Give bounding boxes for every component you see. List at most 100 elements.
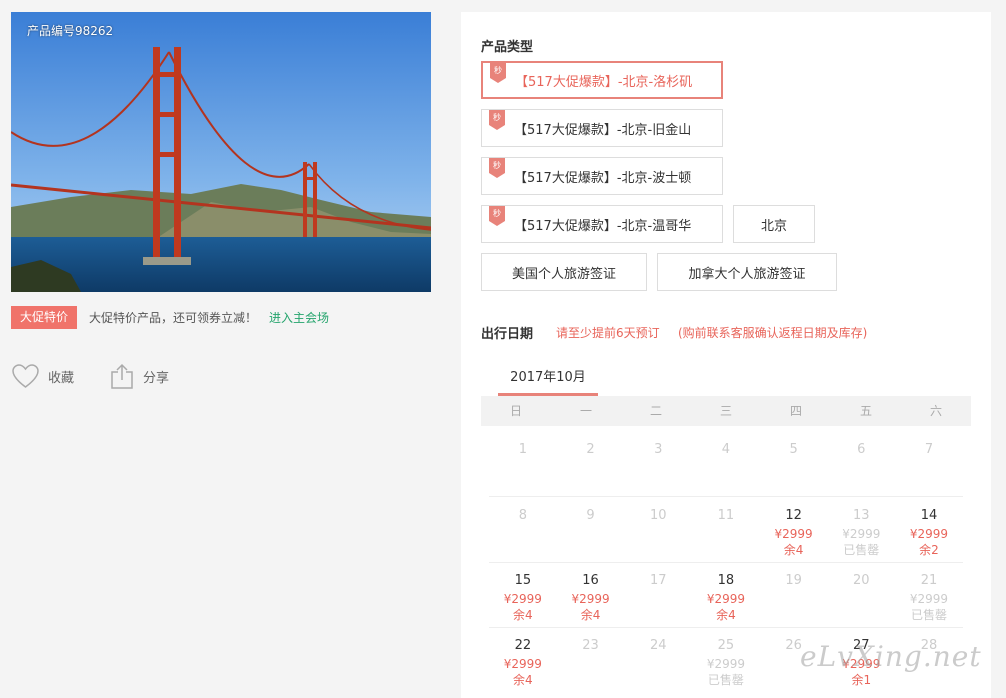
day-price: ¥2999	[706, 657, 745, 671]
calendar-day: 11	[692, 498, 760, 562]
day-number: 14	[920, 508, 938, 523]
calendar-day: 17	[624, 563, 692, 627]
calendar-week: 1 2 3 4 5 6 7	[489, 432, 963, 497]
product-type-title: 产品类型	[481, 40, 534, 55]
day-number: 22	[514, 638, 532, 653]
sold-out-label: 已售罄	[707, 673, 744, 687]
day-number: 18	[717, 573, 735, 588]
day-number: 21	[920, 573, 938, 588]
calendar-day: 19	[760, 563, 828, 627]
option-beijing[interactable]: 北京	[733, 205, 815, 243]
month-tab[interactable]: 2017年10月	[498, 368, 598, 396]
calendar-day: 23	[557, 628, 625, 693]
calendar-day: 21 ¥2999 已售罄	[895, 563, 963, 627]
calendar-day: 4	[692, 432, 760, 496]
day-number: 19	[785, 573, 802, 588]
day-number: 25	[717, 638, 735, 653]
day-price: ¥2999	[706, 592, 745, 606]
day-number: 10	[649, 508, 667, 523]
calendar-day: 1	[489, 432, 557, 496]
day-number: 1	[518, 442, 527, 457]
day-number: 8	[518, 508, 527, 523]
remaining-stock: 余4	[513, 608, 533, 622]
product-code: 产品编号98262	[27, 24, 114, 38]
option-boston[interactable]: 秒 【517大促爆款】-北京-波士顿	[481, 157, 723, 195]
calendar-day: 9	[557, 498, 625, 562]
day-price: ¥2999	[571, 592, 610, 606]
day-number: 12	[785, 508, 802, 523]
calendar-day[interactable]: 15 ¥2999 余4	[489, 563, 557, 627]
calendar-day: 25 ¥2999 已售罄	[692, 628, 760, 693]
option-san-francisco[interactable]: 秒 【517大促爆款】-北京-旧金山	[481, 109, 723, 147]
day-number: 20	[853, 573, 870, 588]
calendar-day: 3	[624, 432, 692, 496]
day-number: 5	[789, 442, 798, 457]
remaining-stock: 余4	[513, 673, 533, 687]
calendar-day[interactable]: 22 ¥2999 余4	[489, 628, 557, 693]
share-label: 分享	[143, 370, 170, 386]
calendar-day: 2	[557, 432, 625, 496]
calendar-week: 8 9 10 11 12 ¥2999 余4 13 ¥2999 已售罄 14 ¥2999 余2	[489, 498, 963, 563]
day-number: 4	[721, 442, 731, 457]
promo-text: 大促特价产品，还可领券立减！	[89, 311, 258, 325]
option-label: 【517大促爆款】-北京-波士顿	[514, 170, 692, 186]
flash-sale-flag: 秒	[490, 63, 506, 83]
remaining-stock: 余4	[580, 608, 601, 622]
weekday: 日	[509, 404, 522, 418]
remaining-stock: 余2	[919, 543, 939, 557]
day-price: ¥2999	[909, 527, 949, 541]
flash-sale-flag: 秒	[489, 110, 505, 130]
day-number: 13	[853, 508, 870, 523]
day-number: 3	[654, 442, 663, 457]
option-vancouver[interactable]: 秒 【517大促爆款】-北京-温哥华	[481, 205, 723, 243]
day-price: ¥2999	[909, 592, 949, 606]
calendar-day: 8	[489, 498, 557, 562]
option-los-angeles[interactable]: 秒 【517大促爆款】-北京-洛杉矶	[481, 61, 723, 99]
option-label: 【517大促爆款】-北京-旧金山	[514, 122, 692, 138]
calendar-day[interactable]: 16 ¥2999 余4	[557, 563, 625, 627]
share-icon	[111, 363, 133, 389]
calendar-day: 13 ¥2999 已售罄	[827, 498, 895, 562]
promo-row: 大促特价 大促特价产品，还可领券立减！ 进入主会场	[11, 306, 329, 329]
day-number: 9	[586, 508, 595, 523]
day-number: 2	[586, 442, 595, 457]
favorite-label: 收藏	[48, 370, 75, 386]
golden-gate-image	[11, 12, 431, 292]
calendar-day: 10	[624, 498, 692, 562]
favorite-button[interactable]: 收藏	[12, 362, 74, 390]
calendar-day: 5	[760, 432, 828, 496]
day-number: 17	[649, 573, 667, 588]
day-number: 11	[717, 508, 735, 523]
day-price: ¥2999	[774, 527, 813, 541]
day-number: 7	[924, 442, 934, 457]
day-number: 16	[582, 573, 599, 588]
option-us-visa[interactable]: 美国个人旅游签证	[481, 253, 647, 291]
calendar-day[interactable]: 14 ¥2999 余2	[895, 498, 963, 562]
option-canada-visa[interactable]: 加拿大个人旅游签证	[657, 253, 837, 291]
calendar-week: 15 ¥2999 余4 16 ¥2999 余4 17 18 ¥2999 余4 19 20 21 ¥2999…	[489, 563, 963, 628]
weekday-header: 日 一 二 三 四 五 六	[481, 396, 971, 426]
calendar-day: 20	[827, 563, 895, 627]
calendar-day: 6	[827, 432, 895, 496]
departure-title: 出行日期	[481, 327, 534, 342]
promo-badge: 大促特价	[11, 306, 78, 329]
remaining-stock: 余4	[716, 608, 736, 622]
calendar-day: 24	[624, 628, 692, 693]
booking-panel: 产品类型 秒 【517大促爆款】-北京-洛杉矶 秒 【517大促爆款】-北京-旧…	[461, 12, 991, 698]
heart-icon	[12, 363, 39, 388]
watermark: eLvXing.net	[800, 640, 982, 673]
weekday: 二	[649, 404, 662, 418]
product-photo[interactable]: 产品编号98262	[11, 12, 431, 292]
day-number: 6	[857, 442, 866, 457]
weekday: 一	[579, 404, 592, 418]
flash-sale-flag: 秒	[489, 206, 505, 226]
main-venue-link[interactable]: 进入主会场	[269, 309, 329, 326]
weekday: 四	[789, 404, 802, 418]
day-number: 15	[514, 573, 532, 588]
sold-out-label: 已售罄	[843, 543, 880, 557]
share-button[interactable]: 分享	[110, 362, 169, 390]
remaining-stock: 余1	[851, 673, 872, 687]
calendar-day[interactable]: 12 ¥2999 余4	[760, 498, 828, 562]
contact-service-note: (购前联系客服确认返程日期及库存)	[678, 326, 868, 340]
calendar-day[interactable]: 18 ¥2999 余4	[692, 563, 760, 627]
